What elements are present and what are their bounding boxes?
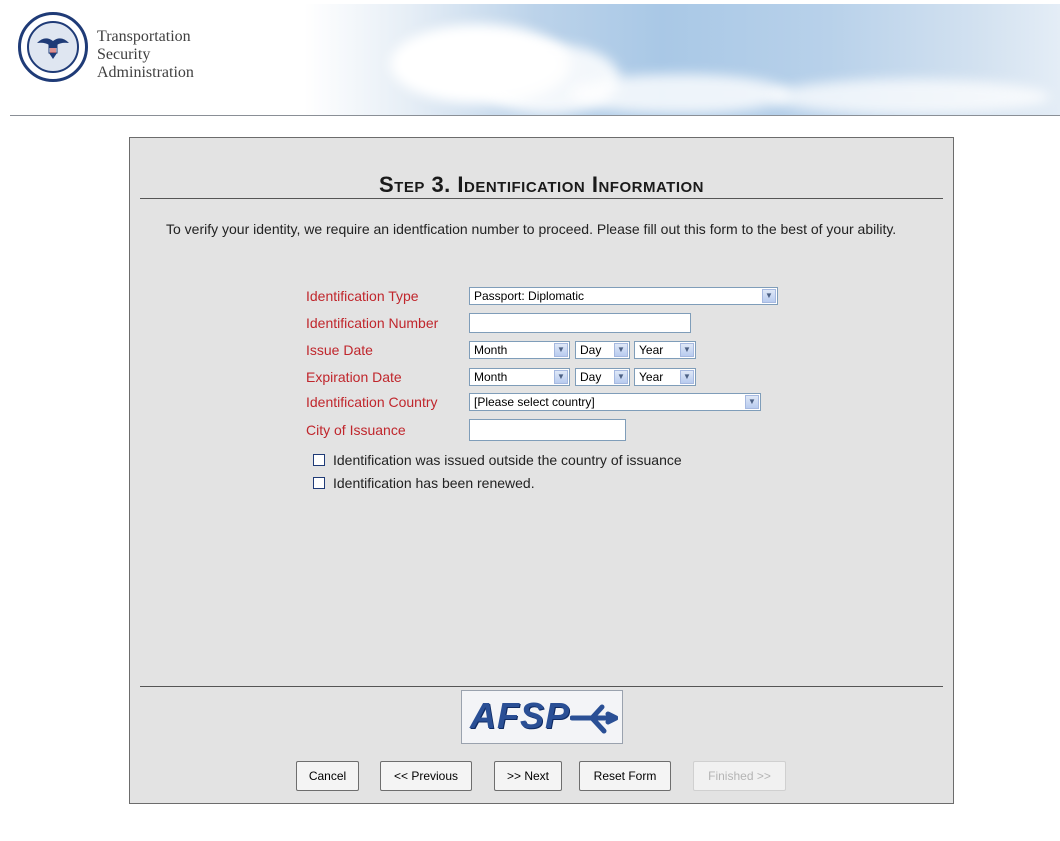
renewed-checkbox[interactable] [313,477,325,489]
issue-month-value: Month [474,343,508,357]
expiration-year-select[interactable]: Year ▼ [634,368,696,386]
field-row-id-type: Identification Type Passport: Diplomatic… [306,285,778,307]
id-type-select[interactable]: Passport: Diplomatic ▼ [469,287,778,305]
expiration-month-select[interactable]: Month ▼ [469,368,570,386]
header-banner: Transportation Security Administration [10,4,1060,116]
expiration-month-value: Month [474,370,508,384]
finished-button: Finished >> [693,761,786,791]
agency-line: Security [97,46,151,63]
divider [140,686,943,687]
cloud-decoration [770,79,1050,115]
id-type-label: Identification Type [306,288,419,304]
agency-line: Transportation [97,28,191,45]
chevron-down-icon: ▼ [762,289,776,303]
page-title: Step 3. Identification Information [378,172,704,197]
id-number-label: Identification Number [306,315,439,331]
expiration-date-label: Expiration Date [306,369,402,385]
agency-line: Administration [97,64,194,81]
city-label: City of Issuance [306,422,406,438]
field-row-id-country: Identification Country [Please select co… [306,391,761,413]
chevron-down-icon: ▼ [745,395,759,409]
intro-text: To verify your identity, we require an i… [166,221,897,237]
expiration-day-value: Day [580,370,602,384]
issue-date-label: Issue Date [306,342,373,358]
cancel-button[interactable]: Cancel [296,761,359,791]
chevron-down-icon: ▼ [614,370,628,384]
cloud-decoration [570,74,790,114]
checkbox-row-renewed: Identification has been renewed. [313,474,535,492]
id-country-value: [Please select country] [474,395,595,409]
chevron-down-icon: ▼ [554,370,568,384]
field-row-id-number: Identification Number [306,312,691,334]
id-country-select[interactable]: [Please select country] ▼ [469,393,761,411]
id-number-input[interactable] [469,313,691,333]
chevron-down-icon: ▼ [554,343,568,357]
field-row-city: City of Issuance [306,419,626,441]
checkbox-row-outside: Identification was issued outside the co… [313,451,682,469]
previous-button[interactable]: << Previous [380,761,472,791]
field-row-issue-date: Issue Date Month ▼ Day ▼ Year ▼ [306,339,696,361]
issue-year-select[interactable]: Year ▼ [634,341,696,359]
issue-day-value: Day [580,343,602,357]
agency-name: Transportation Security Administration [97,28,194,82]
field-row-expiration-date: Expiration Date Month ▼ Day ▼ Year ▼ [306,366,696,388]
afsp-logo-text: AFSP [470,695,571,736]
renewed-checkbox-label[interactable]: Identification has been renewed. [333,475,535,491]
id-type-value: Passport: Diplomatic [474,289,585,303]
outside-checkbox[interactable] [313,454,325,466]
id-country-label: Identification Country [306,394,438,410]
issue-month-select[interactable]: Month ▼ [469,341,570,359]
chevron-down-icon: ▼ [614,343,628,357]
issue-year-value: Year [639,343,664,357]
chevron-down-icon: ▼ [680,343,694,357]
eagle-icon [37,38,69,59]
next-button[interactable]: >> Next [494,761,562,791]
reset-form-button[interactable]: Reset Form [579,761,671,791]
outside-checkbox-label[interactable]: Identification was issued outside the co… [333,452,682,468]
form-panel: Step 3. Identification Information To ve… [129,137,954,804]
city-input[interactable] [469,419,626,441]
expiration-day-select[interactable]: Day ▼ [575,368,630,386]
issue-day-select[interactable]: Day ▼ [575,341,630,359]
chevron-down-icon: ▼ [680,370,694,384]
divider [140,198,943,199]
airplane-icon [570,704,618,734]
afsp-logo: AFSP [461,690,623,744]
expiration-year-value: Year [639,370,664,384]
dhs-seal-logo [18,12,88,82]
